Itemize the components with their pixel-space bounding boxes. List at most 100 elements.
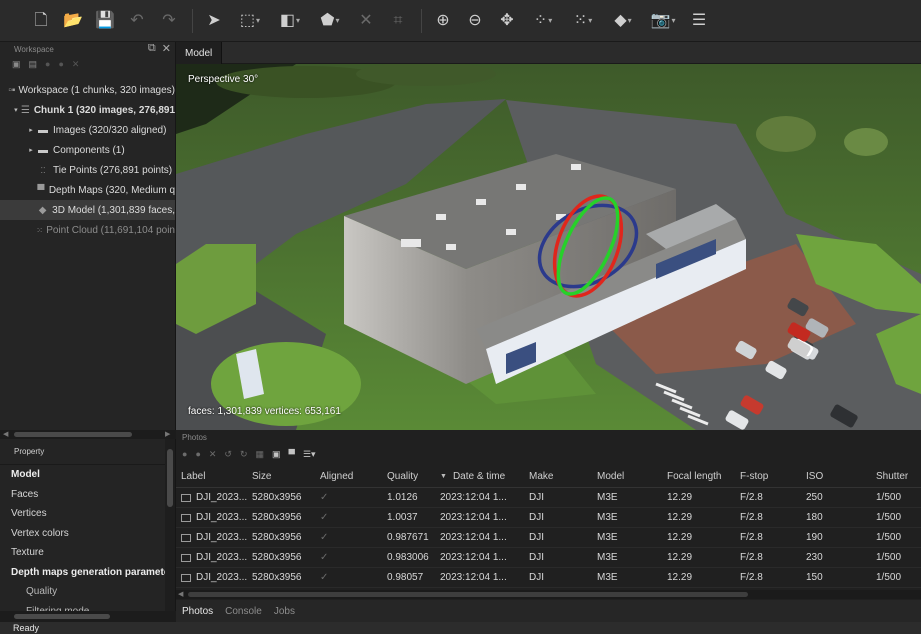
property-row[interactable]: Quality (0, 582, 175, 602)
shape-tools-icon[interactable]: ⬟ (315, 10, 345, 32)
tree-item[interactable]: ▸ ▬ Images (320/320 aligned) (0, 120, 175, 140)
photo-row[interactable]: DJI_2023... 5280x3956 ✓ 1.0037 2023:12:04 1.… (176, 508, 921, 528)
tab-jobs[interactable]: Jobs (268, 606, 301, 617)
property-row[interactable]: Depth maps generation parameters (0, 563, 175, 583)
disable-camera-icon[interactable]: ● (195, 449, 200, 459)
open-folder-icon[interactable]: 📂 (62, 10, 84, 32)
close-panel-icon[interactable]: ✕ (162, 42, 171, 55)
photo-cell-focal: 12.29 (667, 548, 692, 567)
aligned-check-icon: ✓ (320, 492, 329, 503)
scroll-left-icon[interactable]: ◀ (178, 590, 183, 598)
property-row[interactable]: Faces (0, 485, 175, 505)
tree-item[interactable]: ⁙ Point Cloud (11,691,104 poin (0, 220, 175, 240)
reset-view-icon[interactable]: ✥ (496, 10, 518, 32)
scroll-left-icon[interactable]: ◀ (3, 430, 8, 438)
property-vertical-scrollbar[interactable] (165, 439, 175, 622)
tree-item[interactable]: ▾ ☰ Chunk 1 (320 images, 276,891 (0, 100, 175, 120)
column-header-model[interactable]: Model (597, 466, 624, 487)
collapsed-caret-icon[interactable]: ▸ (26, 126, 36, 134)
property-row[interactable]: Vertices (0, 504, 175, 524)
details-view-icon[interactable]: ☰▾ (303, 449, 316, 460)
column-header-label[interactable]: Label (181, 466, 205, 487)
property-horizontal-scrollbar[interactable] (0, 611, 176, 622)
tree-item[interactable]: ▸ ▬ Components (1) (0, 140, 175, 160)
new-project-icon[interactable]: 🗋 (30, 10, 52, 32)
photos-horizontal-scrollbar[interactable]: ◀ (176, 590, 921, 599)
column-header-label: Label (181, 471, 206, 482)
zoom-in-icon[interactable]: ⊕ (432, 10, 454, 32)
delete-selection-icon[interactable]: ✕ (355, 10, 377, 32)
rotate-right-icon[interactable]: ↻ (240, 449, 248, 460)
disable-icon[interactable]: ● (58, 59, 63, 69)
zoom-out-icon[interactable]: ⊖ (464, 10, 486, 32)
scrollbar-thumb[interactable] (14, 432, 132, 437)
column-header-fstop[interactable]: F-stop (740, 466, 768, 487)
photo-cell-iso: 250 (806, 488, 823, 507)
remove-icon[interactable]: ✕ (72, 59, 80, 70)
cell-value: 5280x3956 (252, 572, 302, 583)
collapsed-caret-icon[interactable]: ▸ (26, 146, 36, 154)
tab-model[interactable]: Model (176, 42, 223, 64)
tree-item[interactable]: ◆ 3D Model (1,301,839 faces, (0, 200, 175, 220)
add-photos-icon[interactable]: ▤ (29, 59, 38, 70)
undock-icon[interactable]: ⧉ (148, 42, 156, 55)
region-icon[interactable]: ☰ (688, 10, 710, 32)
column-header-shutter[interactable]: Shutter (876, 466, 908, 487)
rotate-left-icon[interactable]: ↺ (224, 449, 232, 460)
rectangle-selection-icon[interactable]: ⬚ (235, 10, 265, 32)
cell-value: 0.987671 (387, 532, 429, 543)
view-mode-icon[interactable]: ▀ (289, 449, 295, 459)
model-stats-label: faces: 1,301,839 vertices: 653,161 (188, 406, 341, 417)
filter-icon[interactable]: ▦ (256, 449, 265, 460)
tree-item[interactable]: ▫▪ Workspace (1 chunks, 320 images) (0, 80, 175, 100)
column-header-iso[interactable]: ISO (806, 466, 823, 487)
show-points-icon[interactable]: ⁙ (568, 10, 598, 32)
navigation-arrow-icon[interactable]: ➤ (203, 10, 225, 32)
tree-item[interactable]: ⁚⁚ Tie Points (276,891 points) (0, 160, 175, 180)
workspace-panel: Workspace ⧉ ✕ ▣ ▤ ● ● ✕ ▫▪ Workspace (1 c… (0, 42, 176, 430)
column-header-datetime[interactable]: ▼ Date & time (440, 466, 505, 487)
property-row[interactable]: Model (0, 465, 175, 485)
model-viewport[interactable]: Perspective 30° faces: 1,301,839 vertice… (176, 64, 921, 430)
enable-camera-icon[interactable]: ● (182, 449, 187, 459)
undo-icon[interactable]: ↶ (126, 10, 148, 32)
cell-value: F/2.8 (740, 512, 763, 523)
column-header-quality[interactable]: Quality (387, 466, 418, 487)
photo-cell-focal: 12.29 (667, 508, 692, 527)
scrollbar-thumb[interactable] (188, 592, 748, 597)
enable-icon[interactable]: ● (45, 59, 50, 69)
photo-row[interactable]: DJI_2023... 5280x3956 ✓ 0.987671 2023:12:04 … (176, 528, 921, 548)
scrollbar-thumb[interactable] (167, 449, 173, 507)
redo-icon[interactable]: ↷ (158, 10, 180, 32)
camera-icon[interactable]: 📷 (648, 10, 678, 32)
reset-filter-icon[interactable]: ▣ (272, 449, 281, 460)
save-icon[interactable]: 💾 (94, 10, 116, 32)
expanded-caret-icon[interactable]: ▾ (12, 106, 20, 114)
photo-row[interactable]: DJI_2023... 5280x3956 ✓ 0.983006 2023:12:04 … (176, 548, 921, 568)
model-view-mode-icon[interactable]: ◆ (608, 10, 638, 32)
column-header-size[interactable]: Size (252, 466, 271, 487)
photo-cell-fstop: F/2.8 (740, 528, 763, 547)
property-row[interactable]: Texture (0, 543, 175, 563)
remove-camera-icon[interactable]: ✕ (209, 449, 217, 460)
property-column-header[interactable]: Property (0, 439, 175, 465)
scroll-right-icon[interactable]: ▶ (165, 430, 170, 438)
tree-item[interactable]: ▀ Depth Maps (320, Medium q (0, 180, 175, 200)
add-chunk-icon[interactable]: ▣ (12, 59, 21, 70)
column-header-make[interactable]: Make (529, 466, 553, 487)
tab-photos[interactable]: Photos (176, 606, 219, 617)
scrollbar-thumb[interactable] (14, 614, 110, 619)
model-tools-icon[interactable]: ◧ (275, 10, 305, 32)
column-header-aligned[interactable]: Aligned (320, 466, 353, 487)
tree-item-label: Components (1) (53, 144, 125, 156)
image-icon (181, 573, 191, 582)
photo-cell-datetime: 2023:12:04 1... (440, 508, 507, 527)
column-header-focal[interactable]: Focal length (667, 466, 721, 487)
show-cameras-icon[interactable]: ⁘ (528, 10, 558, 32)
crop-selection-icon[interactable]: ⌗ (387, 10, 409, 32)
photo-row[interactable]: DJI_2023... 5280x3956 ✓ 1.0126 2023:12:04 1.… (176, 488, 921, 508)
photo-row[interactable]: DJI_2023... 5280x3956 ✓ 0.98057 2023:12:04 1… (176, 568, 921, 588)
property-row[interactable]: Vertex colors (0, 524, 175, 544)
tab-console[interactable]: Console (219, 606, 268, 617)
workspace-horizontal-scrollbar[interactable]: ◀ ▶ (0, 430, 176, 439)
